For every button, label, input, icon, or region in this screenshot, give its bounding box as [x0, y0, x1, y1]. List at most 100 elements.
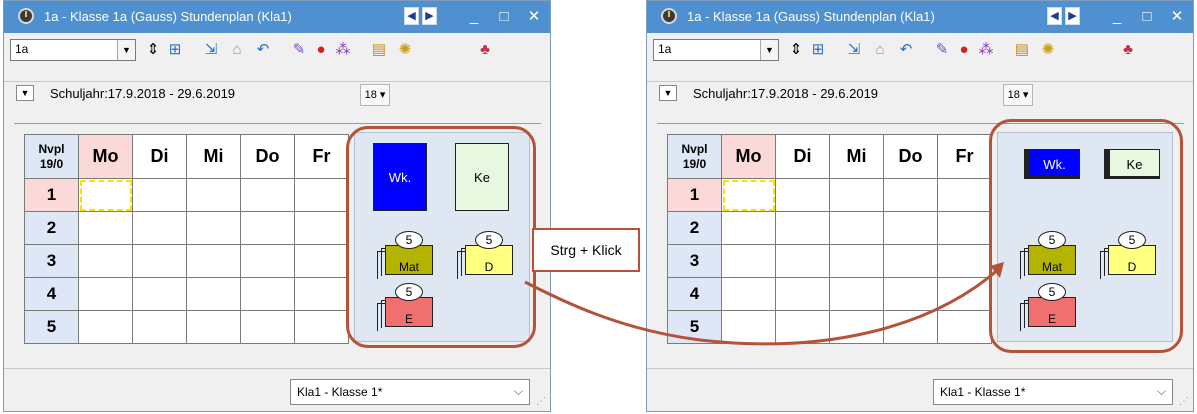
grid-cell-selected[interactable]: [78, 178, 133, 212]
calendar-day-label: 18: [1007, 89, 1020, 101]
close-icon[interactable]: ✕: [524, 7, 544, 27]
grid-cell[interactable]: [775, 277, 830, 311]
lock-icon[interactable]: ⌂: [226, 39, 248, 61]
class-status-select[interactable]: Kla1 - Klasse 1* ⌵: [290, 379, 530, 405]
grid-cell[interactable]: [186, 277, 241, 311]
prev-arrow-icon[interactable]: ◀: [404, 7, 419, 25]
edit-icon[interactable]: ✎: [931, 39, 953, 61]
spinner-icon[interactable]: ⇕: [142, 39, 164, 61]
class-select[interactable]: 1a ▼: [10, 39, 136, 61]
network-icon[interactable]: ⁂: [975, 39, 997, 61]
prev-arrow-icon[interactable]: ◀: [1047, 7, 1062, 25]
class-status-select[interactable]: Kla1 - Klasse 1* ⌵: [933, 379, 1173, 405]
grid-cell[interactable]: [78, 244, 133, 278]
users-icon[interactable]: ♣: [474, 39, 496, 61]
grid-cell[interactable]: [240, 277, 295, 311]
maximize-icon[interactable]: □: [1137, 7, 1157, 27]
grid-cell[interactable]: [829, 178, 884, 212]
chevron-down-icon[interactable]: ▼: [117, 40, 135, 60]
grid-cell[interactable]: [132, 178, 187, 212]
grid-cell[interactable]: [937, 244, 992, 278]
grid-cell[interactable]: [937, 310, 992, 344]
next-arrow-icon[interactable]: ▶: [422, 7, 437, 25]
clock-app-icon: [661, 8, 677, 24]
collapse-toggle-icon[interactable]: ▼: [659, 85, 677, 101]
grid-cell[interactable]: [883, 211, 938, 245]
grid-cell[interactable]: [775, 244, 830, 278]
grid-cell[interactable]: [132, 244, 187, 278]
window-title: 1a - Klasse 1a (Gauss) Stundenplan (Kla1…: [44, 9, 292, 24]
day-header-do: Do: [883, 134, 938, 179]
grid-cell[interactable]: [186, 310, 241, 344]
maximize-icon[interactable]: □: [494, 7, 514, 27]
grid-cell[interactable]: [294, 211, 349, 245]
grid-cell[interactable]: [883, 244, 938, 278]
export-icon[interactable]: ⇲: [200, 39, 222, 61]
grid-cell[interactable]: [294, 310, 349, 344]
grid-icon[interactable]: ⊞: [807, 39, 829, 61]
grid-cell[interactable]: [829, 310, 884, 344]
grid-cell[interactable]: [829, 277, 884, 311]
grid-cell[interactable]: [937, 211, 992, 245]
doc-icon[interactable]: ▤: [1011, 39, 1033, 61]
minimize-icon[interactable]: _: [1107, 7, 1127, 27]
grid-cell[interactable]: [78, 277, 133, 311]
spinner-icon[interactable]: ⇕: [785, 39, 807, 61]
grid-cell[interactable]: [775, 211, 830, 245]
settings-icon[interactable]: ✺: [394, 39, 416, 61]
grid-cell[interactable]: [937, 178, 992, 212]
grid-cell[interactable]: [294, 178, 349, 212]
network-icon[interactable]: ⁂: [332, 39, 354, 61]
chevron-down-icon[interactable]: ▼: [760, 40, 778, 60]
grid-cell[interactable]: [829, 244, 884, 278]
grid-cell[interactable]: [132, 310, 187, 344]
grid-cell[interactable]: [186, 178, 241, 212]
grid-cell[interactable]: [721, 310, 776, 344]
grid-cell[interactable]: [240, 244, 295, 278]
resize-grip-icon[interactable]: ⋰: [536, 396, 546, 407]
grid-cell[interactable]: [240, 211, 295, 245]
undo-icon[interactable]: ↶: [895, 39, 917, 61]
grid-cell[interactable]: [240, 178, 295, 212]
close-icon[interactable]: ✕: [1167, 7, 1187, 27]
search-icon[interactable]: ●: [310, 39, 332, 61]
grid-icon[interactable]: ⊞: [164, 39, 186, 61]
next-arrow-icon[interactable]: ▶: [1065, 7, 1080, 25]
settings-icon[interactable]: ✺: [1037, 39, 1059, 61]
grid-cell-selected[interactable]: [721, 178, 776, 212]
search-icon[interactable]: ●: [953, 39, 975, 61]
grid-cell[interactable]: [78, 310, 133, 344]
class-select[interactable]: 1a ▼: [653, 39, 779, 61]
grid-cell[interactable]: [132, 211, 187, 245]
grid-cell[interactable]: [186, 211, 241, 245]
calendar-icon[interactable]: 18 ▾: [360, 84, 390, 106]
grid-cell[interactable]: [775, 310, 830, 344]
resize-grip-icon[interactable]: ⋰: [1179, 396, 1189, 407]
grid-cell[interactable]: [883, 310, 938, 344]
grid-cell[interactable]: [294, 277, 349, 311]
users-icon[interactable]: ♣: [1117, 39, 1139, 61]
date-bar: ▼ Schuljahr:17.9.2018 - 29.6.2019 18 ▾: [16, 84, 536, 110]
calendar-icon[interactable]: 18 ▾: [1003, 84, 1033, 106]
grid-cell[interactable]: [721, 277, 776, 311]
grid-cell[interactable]: [186, 244, 241, 278]
grid-cell[interactable]: [883, 178, 938, 212]
collapse-toggle-icon[interactable]: ▼: [16, 85, 34, 101]
grid-cell[interactable]: [721, 244, 776, 278]
grid-cell[interactable]: [883, 277, 938, 311]
lock-icon[interactable]: ⌂: [869, 39, 891, 61]
grid-cell[interactable]: [132, 277, 187, 311]
grid-cell[interactable]: [721, 211, 776, 245]
undo-icon[interactable]: ↶: [252, 39, 274, 61]
grid-cell[interactable]: [240, 310, 295, 344]
class-select-value: 1a: [658, 42, 672, 56]
grid-cell[interactable]: [937, 277, 992, 311]
grid-cell[interactable]: [829, 211, 884, 245]
minimize-icon[interactable]: _: [464, 7, 484, 27]
edit-icon[interactable]: ✎: [288, 39, 310, 61]
grid-cell[interactable]: [294, 244, 349, 278]
doc-icon[interactable]: ▤: [368, 39, 390, 61]
grid-cell[interactable]: [78, 211, 133, 245]
export-icon[interactable]: ⇲: [843, 39, 865, 61]
grid-cell[interactable]: [775, 178, 830, 212]
